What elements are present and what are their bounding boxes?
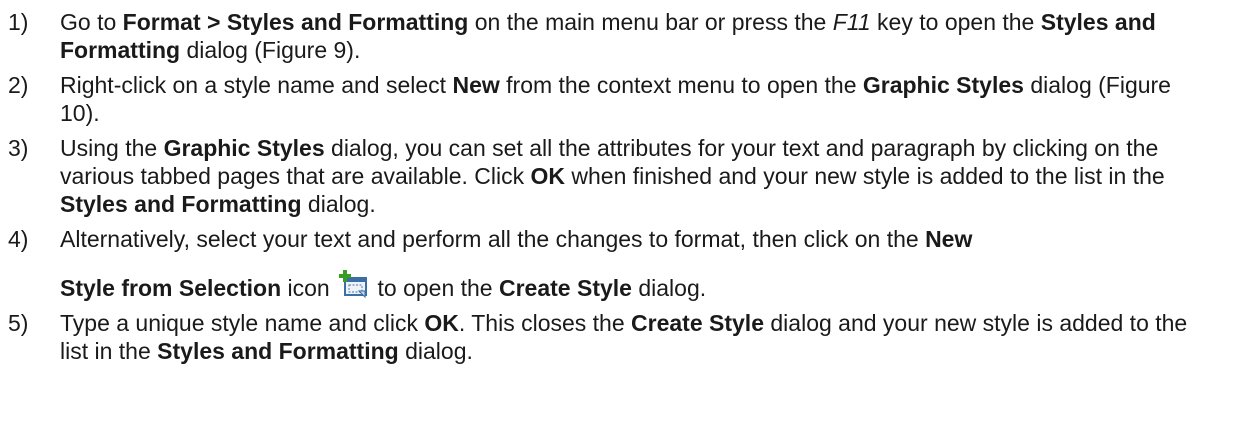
text-run: . This closes the [458, 310, 632, 336]
step-text-line-2: Style from Selection icon to open the Cr… [60, 269, 1207, 302]
step-text: Using the Graphic Styles dialog, you can… [60, 135, 1165, 217]
text-run: dialog (Figure 9). [180, 37, 361, 63]
step-number: 5) [8, 310, 29, 336]
step-number: 4) [8, 226, 29, 252]
menu-item-new: New [452, 72, 500, 98]
key-f11: F11 [832, 9, 871, 35]
step-number: 2) [8, 72, 29, 98]
text-run: Using the [60, 135, 164, 161]
list-item-step-2: 2) Right-click on a style name and selec… [8, 71, 1207, 127]
dialog-name: Graphic Styles [862, 72, 1024, 98]
button-name-ok: OK [424, 310, 459, 336]
step-text: Go to Format > Styles and Formatting on … [60, 9, 1156, 63]
list-item-step-1: 1) Go to Format > Styles and Formatting … [8, 8, 1207, 64]
step-text: Type a unique style name and click OK. T… [60, 310, 1187, 364]
text-run: Right-click on a style name and select [60, 72, 453, 98]
list-item-step-5: 5) Type a unique style name and click OK… [8, 309, 1207, 365]
text-run: when finished and your new style is adde… [565, 163, 1165, 189]
text-run: dialog. [398, 338, 473, 364]
text-run: dialog. [631, 275, 707, 301]
dialog-name: Create Style [499, 275, 632, 301]
dialog-name: Create Style [631, 310, 764, 336]
text-run: icon [281, 275, 337, 301]
dialog-name: Styles and Formatting [60, 191, 302, 217]
dialog-name: Graphic Styles [163, 135, 325, 161]
document-page: 1) Go to Format > Styles and Formatting … [0, 0, 1237, 430]
new-style-from-selection-icon [338, 269, 369, 300]
dialog-name: Styles and Formatting [157, 338, 399, 364]
list-item-step-4: 4) Alternatively, select your text and p… [8, 225, 1207, 302]
step-text: Alternatively, select your text and perf… [60, 226, 1207, 302]
icon-name-part: New [925, 226, 973, 252]
text-run: key to open the [870, 9, 1041, 35]
step-number: 3) [8, 135, 29, 161]
step-text-line-1: Alternatively, select your text and perf… [60, 226, 972, 252]
text-run: Type a unique style name and click [60, 310, 425, 336]
step-number: 1) [8, 9, 29, 35]
text-run: to open the [371, 275, 499, 301]
text-run: dialog. [301, 191, 376, 217]
text-run: Go to [60, 9, 123, 35]
button-name-ok: OK [530, 163, 566, 189]
steps-list: 1) Go to Format > Styles and Formatting … [8, 8, 1207, 365]
icon-name-part: Style from Selection [60, 275, 282, 301]
text-run: from the context menu to open the [499, 72, 863, 98]
text-run: on the main menu bar or press the [468, 9, 833, 35]
list-item-step-3: 3) Using the Graphic Styles dialog, you … [8, 134, 1207, 218]
text-run: Alternatively, select your text and perf… [60, 226, 926, 252]
step-text: Right-click on a style name and select N… [60, 72, 1171, 126]
menu-path-format-styles: Format > Styles and Formatting [122, 9, 469, 35]
